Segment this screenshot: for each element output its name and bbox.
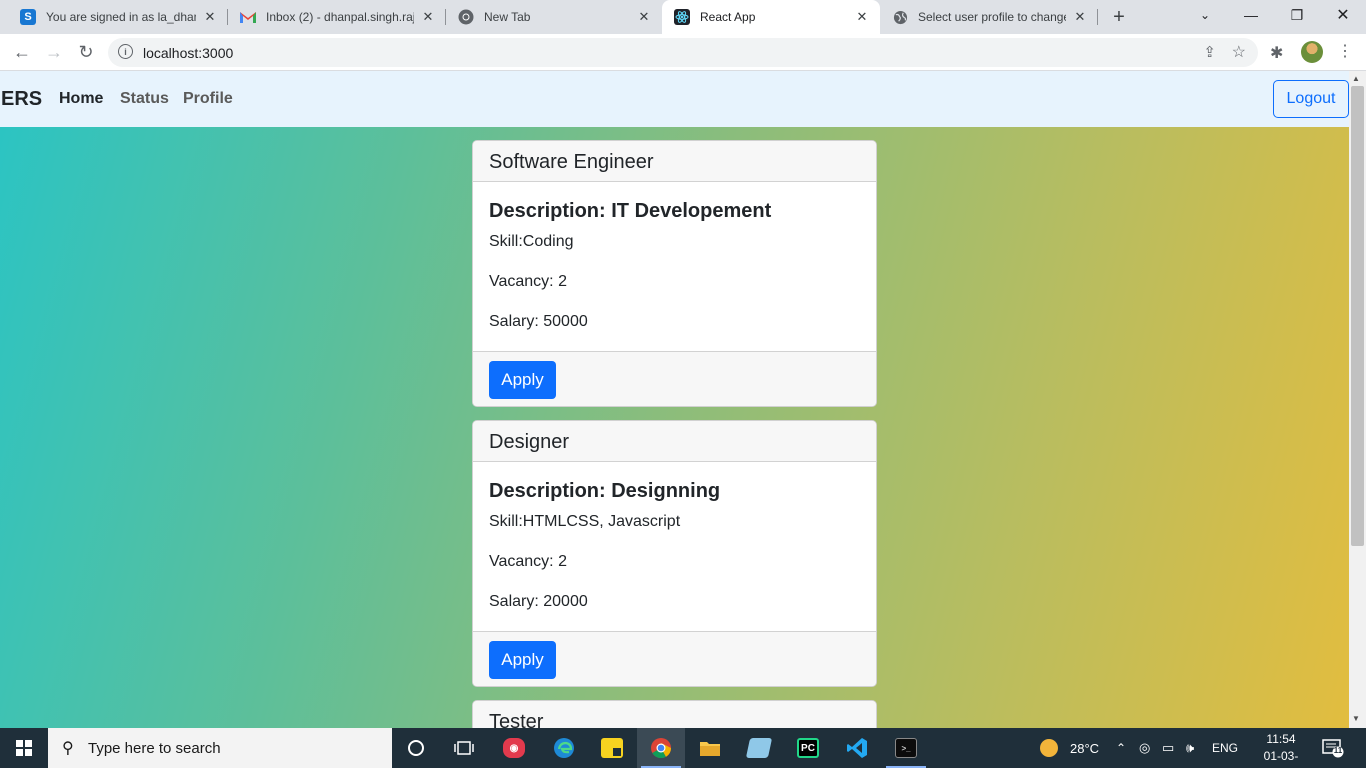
search-placeholder: Type here to search [88, 740, 221, 757]
windows-taskbar: ⚲ Type here to search ◉ PC >_ 28°C ⌃ ◎ ▭… [0, 728, 1366, 780]
bookmark-star-icon[interactable]: ☆ [1232, 42, 1246, 62]
job-skill: Skill:HTMLCSS, Javascript [489, 513, 681, 530]
start-button[interactable] [0, 728, 48, 768]
vscode-icon[interactable] [833, 728, 881, 768]
tab-title: New Tab [484, 10, 531, 24]
cortana-icon[interactable] [392, 728, 440, 768]
weather-temperature: 28°C [1070, 740, 1100, 756]
close-icon[interactable]: ✕ [420, 9, 436, 25]
sticky-notes-icon[interactable] [588, 728, 636, 768]
close-icon[interactable]: ✕ [636, 9, 652, 25]
system-clock[interactable]: 11:54 01-03-2022 [1252, 731, 1310, 782]
job-card-footer: Apply [473, 351, 876, 406]
share-icon[interactable]: ⇪ [1203, 43, 1216, 61]
network-icon[interactable]: ▭ [1162, 728, 1174, 768]
meet-now-icon[interactable]: ◎ [1139, 728, 1150, 768]
job-vacancy: Vacancy: 2 [489, 553, 567, 570]
close-icon[interactable]: ✕ [1072, 9, 1088, 25]
job-description: Description: Designning [489, 480, 721, 502]
browser-tab-active[interactable]: React App ✕ [662, 0, 880, 34]
language-indicator[interactable]: ENG [1212, 728, 1238, 768]
globe-icon [892, 9, 908, 25]
tab-title: React App [700, 10, 756, 24]
job-card-footer: Apply [473, 631, 876, 686]
task-view-icon[interactable] [440, 728, 488, 768]
weather-sun-icon [1040, 739, 1058, 757]
job-card: Software Engineer Description: IT Develo… [472, 140, 877, 407]
job-description: Description: IT Developement [489, 200, 772, 222]
notification-center-icon[interactable]: 11 [1322, 738, 1344, 758]
page-viewport: ERS Home Status Profile Logout Software … [0, 71, 1349, 728]
close-icon[interactable]: ✕ [202, 9, 218, 25]
terminal-icon[interactable]: >_ [882, 728, 930, 768]
restore-button[interactable]: ❐ [1274, 0, 1320, 30]
apply-button[interactable]: Apply [489, 641, 556, 679]
react-icon [674, 9, 690, 25]
gmail-icon [240, 9, 256, 25]
browser-toolbar: ← → ↻ i localhost:3000 ⇪ ☆ ✱ ⋮ [0, 34, 1366, 71]
logout-button[interactable]: Logout [1273, 80, 1349, 118]
job-card-body: Description: Designning Skill:HTMLCSS, J… [473, 462, 876, 631]
browser-tab[interactable]: Select user profile to change ✕ [880, 0, 1098, 34]
apply-button[interactable]: Apply [489, 361, 556, 399]
show-hidden-icons-chevron-icon[interactable]: ⌃ [1116, 728, 1126, 768]
extensions-puzzle-icon[interactable]: ✱ [1270, 43, 1283, 63]
job-salary: Salary: 20000 [489, 593, 588, 610]
profile-avatar[interactable] [1301, 41, 1323, 63]
back-arrow-icon[interactable]: ← [10, 40, 34, 64]
app-navbar: ERS Home Status Profile Logout [0, 71, 1349, 127]
new-tab-button[interactable]: + [1106, 5, 1132, 29]
weather-widget[interactable]: 28°C [1040, 728, 1099, 768]
browser-tab[interactable]: Inbox (2) - dhanpal.singh.rajp ✕ [228, 0, 446, 34]
url-text[interactable]: localhost:3000 [143, 45, 233, 61]
job-card: Designer Description: Designning Skill:H… [472, 420, 877, 687]
tab-title: You are signed in as la_dhanp [46, 10, 196, 24]
address-bar[interactable]: i localhost:3000 ⇪ ☆ [108, 38, 1258, 67]
minimize-button[interactable]: — [1228, 0, 1274, 30]
window-close-button[interactable]: ✕ [1320, 0, 1366, 30]
tab-search-chevron-icon[interactable]: ⌄ [1182, 0, 1228, 30]
close-icon[interactable]: ✕ [854, 9, 870, 25]
edge-icon[interactable] [540, 728, 588, 768]
scroll-up-arrow-icon[interactable]: ▲ [1352, 74, 1360, 83]
forward-arrow-icon[interactable]: → [42, 40, 66, 64]
notification-count: 11 [1333, 746, 1343, 755]
job-title: Designer [473, 421, 876, 462]
job-title: Software Engineer [473, 141, 876, 182]
reload-icon[interactable]: ↻ [74, 40, 98, 64]
clock-date: 01-03-2022 [1263, 749, 1299, 780]
tab-title: Select user profile to change [918, 10, 1066, 24]
tab-title: Inbox (2) - dhanpal.singh.rajp [266, 10, 414, 24]
nav-link-home[interactable]: Home [59, 90, 103, 108]
job-card-body: Description: IT Developement Skill:Codin… [473, 182, 876, 351]
brand-logo[interactable]: ERS [1, 88, 42, 111]
scroll-down-arrow-icon[interactable]: ▼ [1352, 714, 1360, 723]
nav-link-profile[interactable]: Profile [183, 90, 233, 108]
nav-link-status[interactable]: Status [120, 90, 169, 108]
job-card: Tester [472, 700, 877, 728]
search-icon: ⚲ [62, 740, 74, 757]
chrome-taskbar-icon[interactable] [637, 728, 685, 768]
taskbar-search-box[interactable]: ⚲ Type here to search [48, 728, 392, 768]
chrome-icon [458, 9, 474, 25]
kebab-menu-icon[interactable]: ⋮ [1337, 41, 1353, 61]
job-skill: Skill:Coding [489, 233, 574, 250]
volume-icon[interactable]: 🕪 [1186, 728, 1194, 768]
notepad-icon[interactable] [735, 728, 783, 768]
pycharm-icon[interactable]: PC [784, 728, 832, 768]
scrollbar-thumb[interactable] [1351, 86, 1364, 546]
browser-tab[interactable]: S You are signed in as la_dhanp ✕ [8, 0, 228, 34]
browser-tab[interactable]: New Tab ✕ [446, 0, 662, 34]
game-app-icon[interactable]: ◉ [490, 728, 538, 768]
job-title: Tester [473, 701, 876, 728]
site-info-icon[interactable]: i [118, 44, 133, 59]
job-vacancy: Vacancy: 2 [489, 273, 567, 290]
file-explorer-icon[interactable] [686, 728, 734, 768]
windows-logo-icon [16, 740, 32, 756]
clock-time: 11:54 [1266, 732, 1296, 746]
job-salary: Salary: 50000 [489, 313, 588, 330]
browser-tab-strip: S You are signed in as la_dhanp ✕ Inbox … [0, 0, 1366, 34]
s-icon: S [20, 9, 36, 25]
